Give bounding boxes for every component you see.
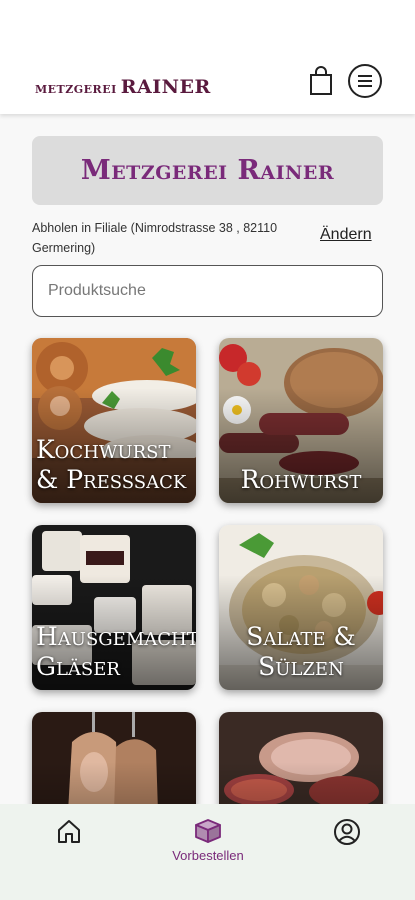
- banner-title: Metzgerei Rainer: [80, 155, 335, 186]
- category-tile-kochwurst[interactable]: Kochwurst & Preßsack: [32, 338, 196, 503]
- category-label: Hausgemachte Gläser: [36, 622, 196, 681]
- category-label: Rohwurst: [240, 465, 362, 494]
- tile-overlay: [32, 761, 196, 804]
- main-content: Metzgerei Rainer Abholen in Filiale (Nim…: [0, 114, 415, 804]
- category-tile-aufschnitt[interactable]: [219, 712, 383, 804]
- app-header: METZGEREI RAINER: [0, 0, 415, 114]
- tile-overlay: [219, 761, 383, 804]
- box-icon: [195, 819, 221, 843]
- menu-button[interactable]: [348, 64, 382, 98]
- category-label: Kochwurst & Preßsack: [36, 435, 187, 494]
- category-tile-glaeser[interactable]: Hausgemachte Gläser: [32, 525, 196, 690]
- shopping-bag-icon[interactable]: [308, 66, 334, 96]
- brand-logo[interactable]: METZGEREI RAINER: [35, 76, 211, 98]
- shop-banner: Metzgerei Rainer: [32, 136, 383, 205]
- nav-home[interactable]: [56, 818, 82, 844]
- bottom-navigation: Vorbestellen: [0, 804, 415, 900]
- category-tile-rohwurst[interactable]: Rohwurst: [219, 338, 383, 503]
- category-tile-salate[interactable]: Salate & Sülzen: [219, 525, 383, 690]
- category-tile-schinken[interactable]: [32, 712, 196, 804]
- change-location-link[interactable]: Ändern: [320, 226, 372, 244]
- product-search-input[interactable]: Produktsuche: [32, 265, 383, 317]
- logo-small-text: METZGEREI: [35, 83, 117, 96]
- nav-account[interactable]: [333, 818, 361, 846]
- nav-vorbestellen[interactable]: Vorbestellen: [165, 818, 251, 863]
- category-label: Salate & Sülzen: [246, 622, 356, 681]
- user-icon: [334, 819, 360, 845]
- logo-big-text: RAINER: [120, 76, 211, 98]
- nav-vorbestellen-label: Vorbestellen: [172, 848, 244, 863]
- menu-icon: [358, 75, 372, 87]
- pickup-location-text: Abholen in Filiale (Nimrodstrasse 38 , 8…: [32, 221, 278, 255]
- home-icon: [58, 820, 80, 843]
